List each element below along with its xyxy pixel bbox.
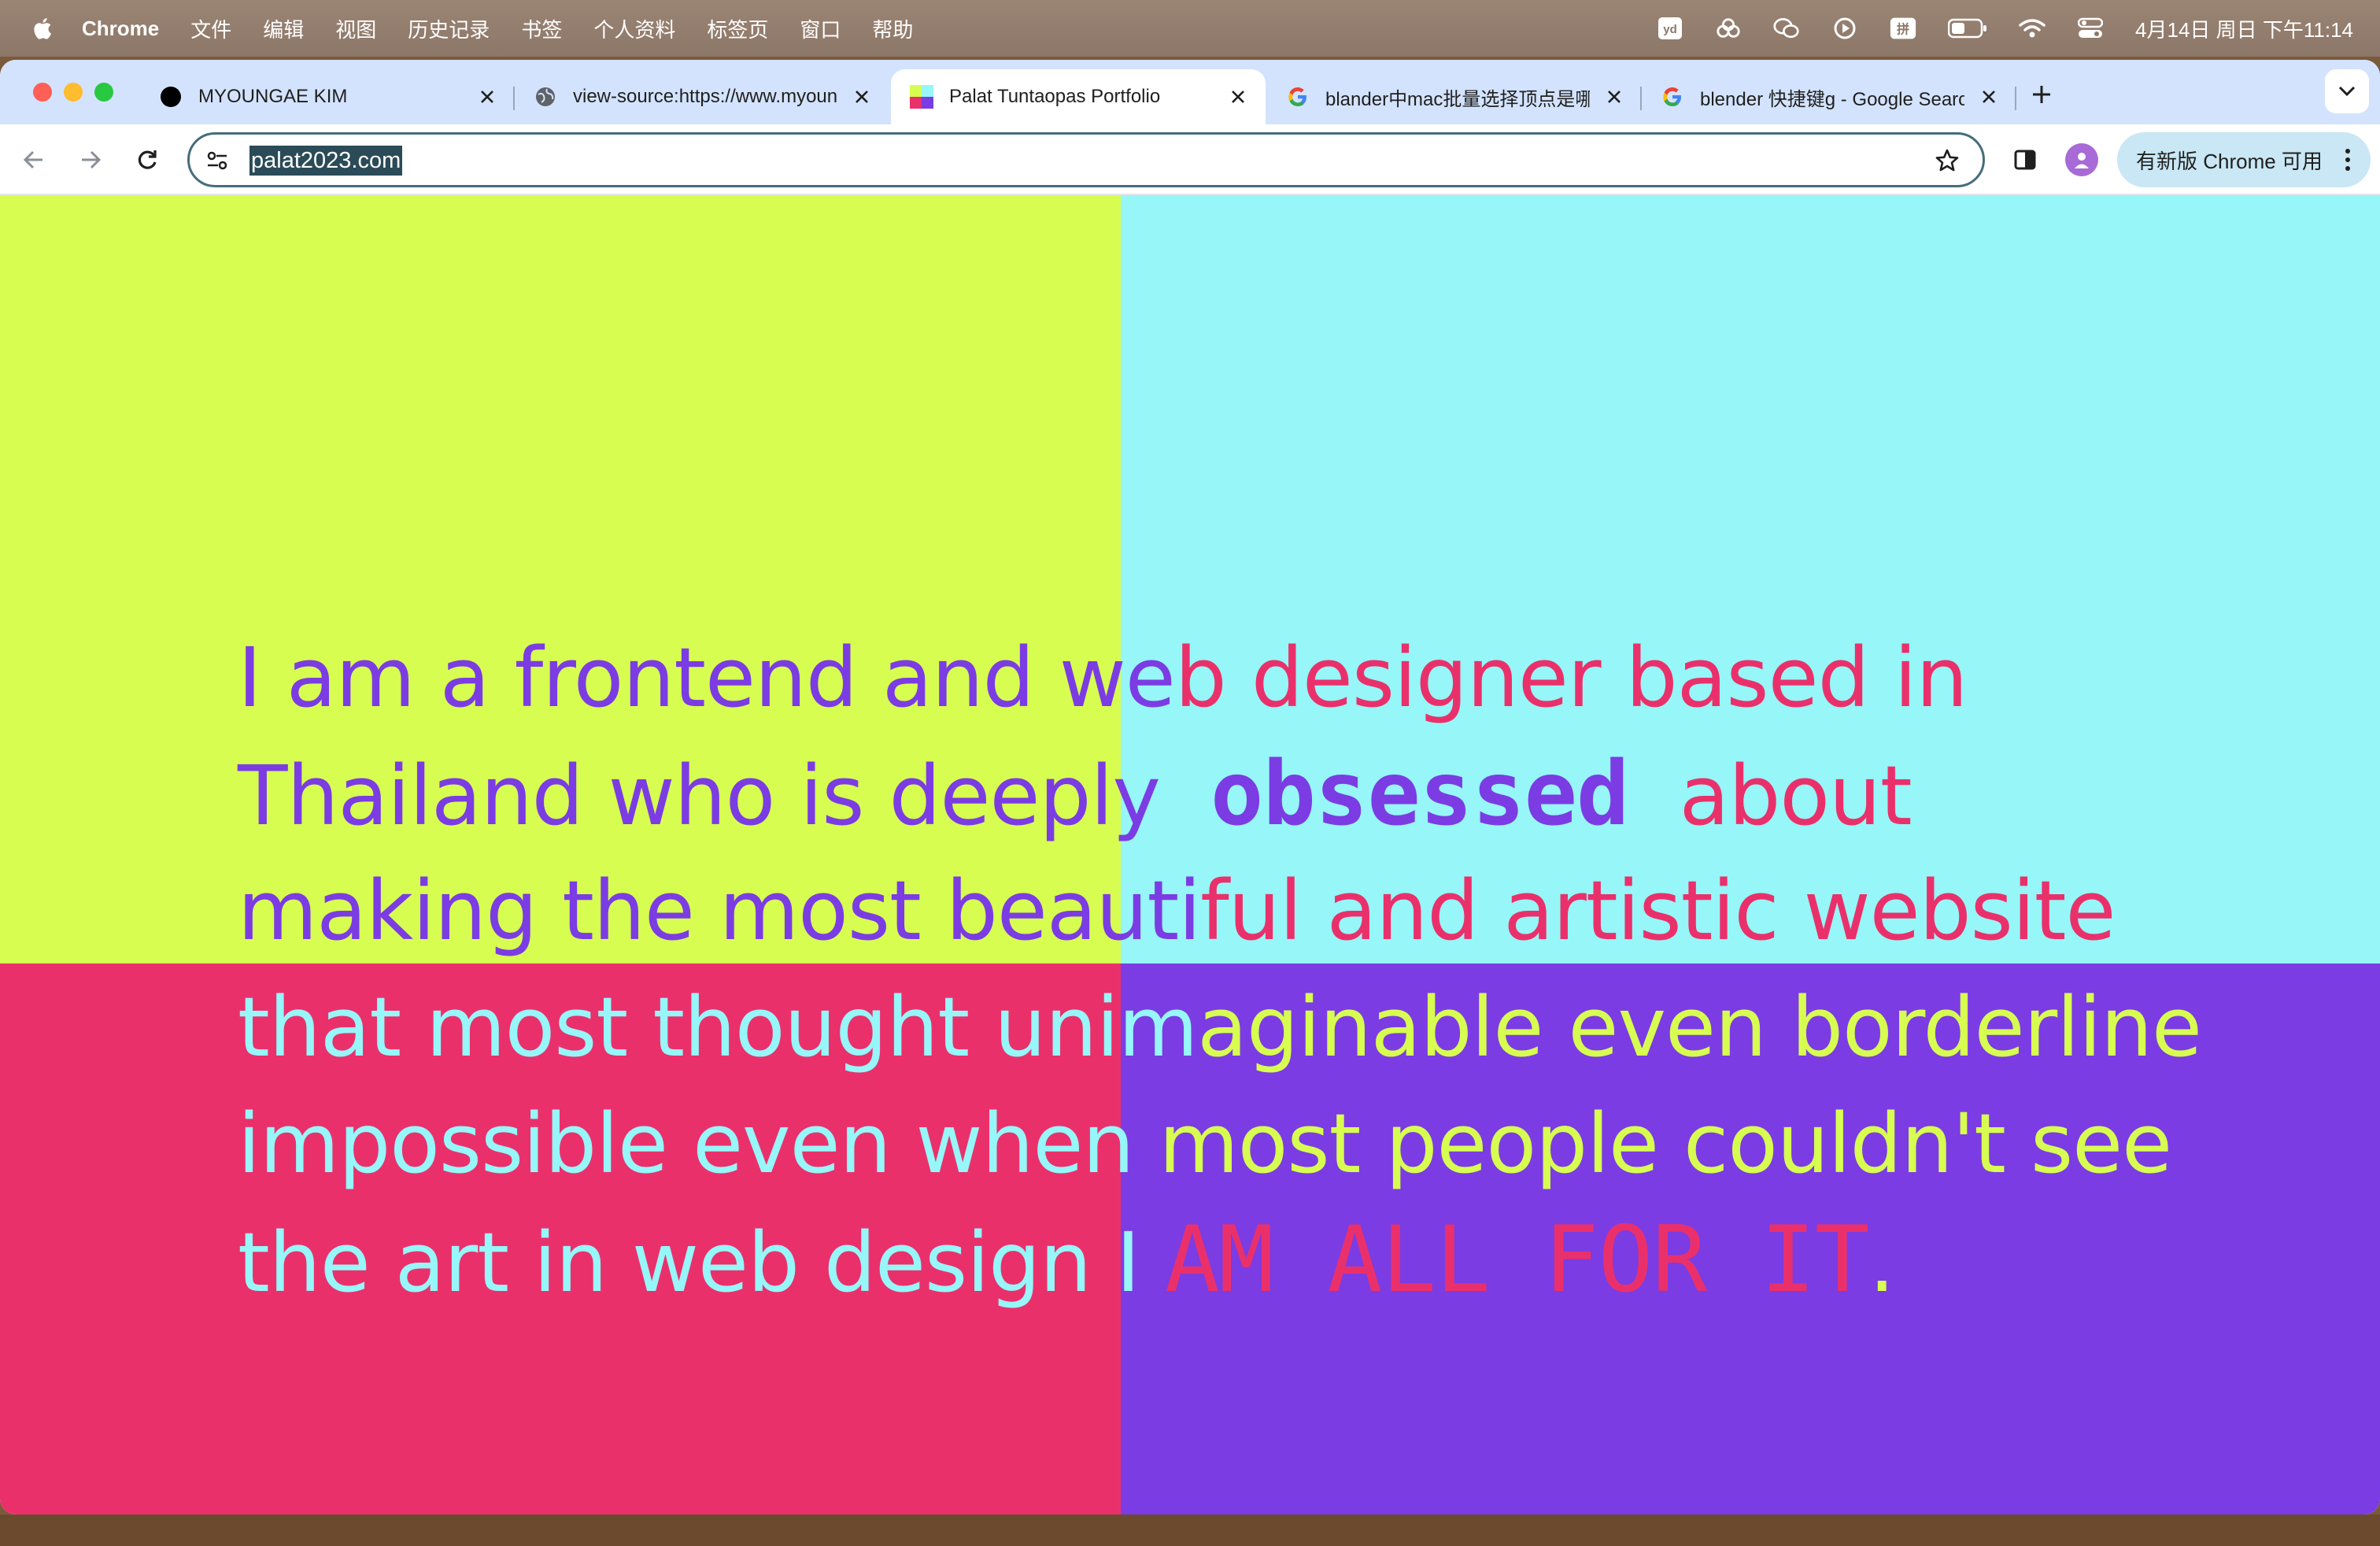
creative-cloud-icon[interactable] [1715,15,1742,42]
play-circle-icon[interactable] [1831,15,1858,42]
text-segment: Thailand who is deeply [238,748,1211,844]
update-label: 有新版 Chrome 可用 [2136,149,2323,173]
tab-view-source[interactable]: view-source:https://www.myoungaekim.com [515,69,889,124]
tab-close-icon[interactable] [475,85,499,109]
tab-close-icon[interactable] [850,85,874,109]
browser-window: MYOUNGAE KIM view-source:https://www.myo… [0,60,2380,1515]
menubar-clock[interactable]: 4月14日 周日 下午11:14 [2135,14,2353,43]
text-segment: making the most beauti [238,863,1201,959]
avatar-icon [2075,153,2089,168]
menu-tab[interactable]: 标签页 [707,14,768,43]
input-method-label: 拼 [1897,21,1909,36]
statement-line-2: Thailand who is deeply obsessed about [238,735,1913,853]
tab-myoungae-kim[interactable]: MYOUNGAE KIM [140,69,515,124]
apple-logo-icon[interactable] [31,17,52,40]
tab-title: blender 快捷键g - Google Search [1700,88,1964,110]
menu-edit[interactable]: 编辑 [263,14,304,43]
tab-separator [2015,87,2016,110]
side-panel-button[interactable] [2007,142,2043,178]
desktop-wallpaper-strip [0,1515,2380,1546]
profile-avatar[interactable] [2065,143,2098,176]
text-segment: about [1628,748,1913,844]
tab-title: MYOUNGAE KIM [198,86,348,107]
reload-button[interactable] [129,142,165,178]
menu-profiles[interactable]: 个人资料 [593,14,675,43]
highlight-obsessed: obsessed [1210,743,1629,845]
text-segment: impossible even when [238,1096,1159,1192]
window-close-button[interactable] [33,83,52,102]
tab-close-icon[interactable] [1226,85,1250,109]
arrow-left-icon [23,150,42,169]
tab-close-icon[interactable] [1602,85,1626,109]
tab-search-button[interactable] [2325,69,2369,113]
intro-statement: I am a frontend and web designer based i… [238,619,2378,1327]
youdao-label: yd [1663,23,1677,36]
text-segment: that most thought unim [238,979,1198,1075]
statement-line-3: making the most beautiful and artistic w… [238,852,2116,970]
text-segment: . [1868,1215,1895,1311]
google-icon [1661,85,1684,109]
status-area: yd 拼 4月14日 周日 下午11:14 [1657,0,2353,57]
statement-line-1: I am a frontend and web designer based i… [238,619,1968,737]
site-info-icon[interactable] [204,147,231,174]
palat-favicon-icon [910,85,933,109]
forward-button[interactable] [72,142,109,178]
macos-menu-bar: Chrome 文件 编辑 视图 历史记录 书签 个人资料 标签页 窗口 帮助 y… [0,0,2380,57]
statement-line-6: the art in web design I AM ALL FOR IT. [238,1201,1895,1319]
arrow-right-icon [82,150,102,169]
window-minimize-button[interactable] [64,83,83,102]
text-segment: b designer based in [1174,630,1968,726]
google-icon [1286,85,1310,109]
bookmark-star-icon[interactable] [1932,146,1962,176]
tab-blender-google[interactable]: blender 快捷键g - Google Search [1642,69,2016,124]
reload-icon [138,150,157,169]
wechat-icon[interactable] [1773,15,1800,42]
back-button[interactable] [16,142,52,178]
address-bar[interactable]: palat2023.com [187,132,1985,187]
tab-title: Palat Tuntaopas Portfolio [949,86,1161,107]
statement-line-5: impossible even when most people couldn'… [238,1085,2172,1203]
chevron-down-icon [2338,86,2356,97]
wifi-icon[interactable] [2019,15,2046,42]
window-zoom-button[interactable] [94,83,113,102]
text-segment: I am a frontend and we [238,630,1176,726]
tab-blander-search[interactable]: blander中mac批量选择顶点是哪个键 [1267,69,1642,124]
menu-help[interactable]: 帮助 [872,14,913,43]
highlight-all-for-it: AM ALL FOR IT [1164,1207,1870,1313]
tab-close-icon[interactable] [1977,85,2001,109]
text-segment: aginable even borderline [1197,979,2202,1075]
chrome-update-button[interactable]: 有新版 Chrome 可用 [2117,132,2371,187]
new-tab-button[interactable] [2027,80,2056,109]
globe-icon [534,85,557,109]
menu-bookmarks[interactable]: 书签 [521,14,562,43]
menu-window[interactable]: 窗口 [800,14,841,43]
more-menu-icon[interactable] [2344,148,2352,172]
statement-line-4: that most thought unimaginable even bord… [238,968,2202,1086]
side-panel-icon [2014,150,2036,170]
url-text[interactable]: palat2023.com [249,146,403,176]
text-segment: most people couldn't see [1159,1096,2172,1192]
menu-view[interactable]: 视图 [335,14,376,43]
tab-palat-portfolio[interactable]: Palat Tuntaopas Portfolio [891,69,1266,124]
tab-strip: MYOUNGAE KIM view-source:https://www.myo… [0,60,2380,124]
youdao-icon[interactable]: yd [1657,15,1683,42]
menu-app-name[interactable]: Chrome [82,17,159,41]
browser-toolbar: palat2023.com 有新版 Chrome 可用 [0,124,2380,195]
text-segment: ful and artistic website [1200,863,2116,959]
menu-history[interactable]: 历史记录 [408,14,490,43]
black-circle-favicon-icon [159,85,183,109]
input-method-icon[interactable]: 拼 [1890,15,1916,42]
control-center-icon[interactable] [2077,15,2104,42]
tab-title: view-source:https://www.myoungaekim.com [573,86,837,107]
battery-icon[interactable] [1948,15,1987,42]
text-segment: the art in web design I [238,1215,1165,1311]
tab-title: blander中mac批量选择顶点是哪个键 [1325,88,1590,110]
menu-file[interactable]: 文件 [190,14,231,43]
page-viewport: I am a frontend and web designer based i… [0,195,2380,1515]
